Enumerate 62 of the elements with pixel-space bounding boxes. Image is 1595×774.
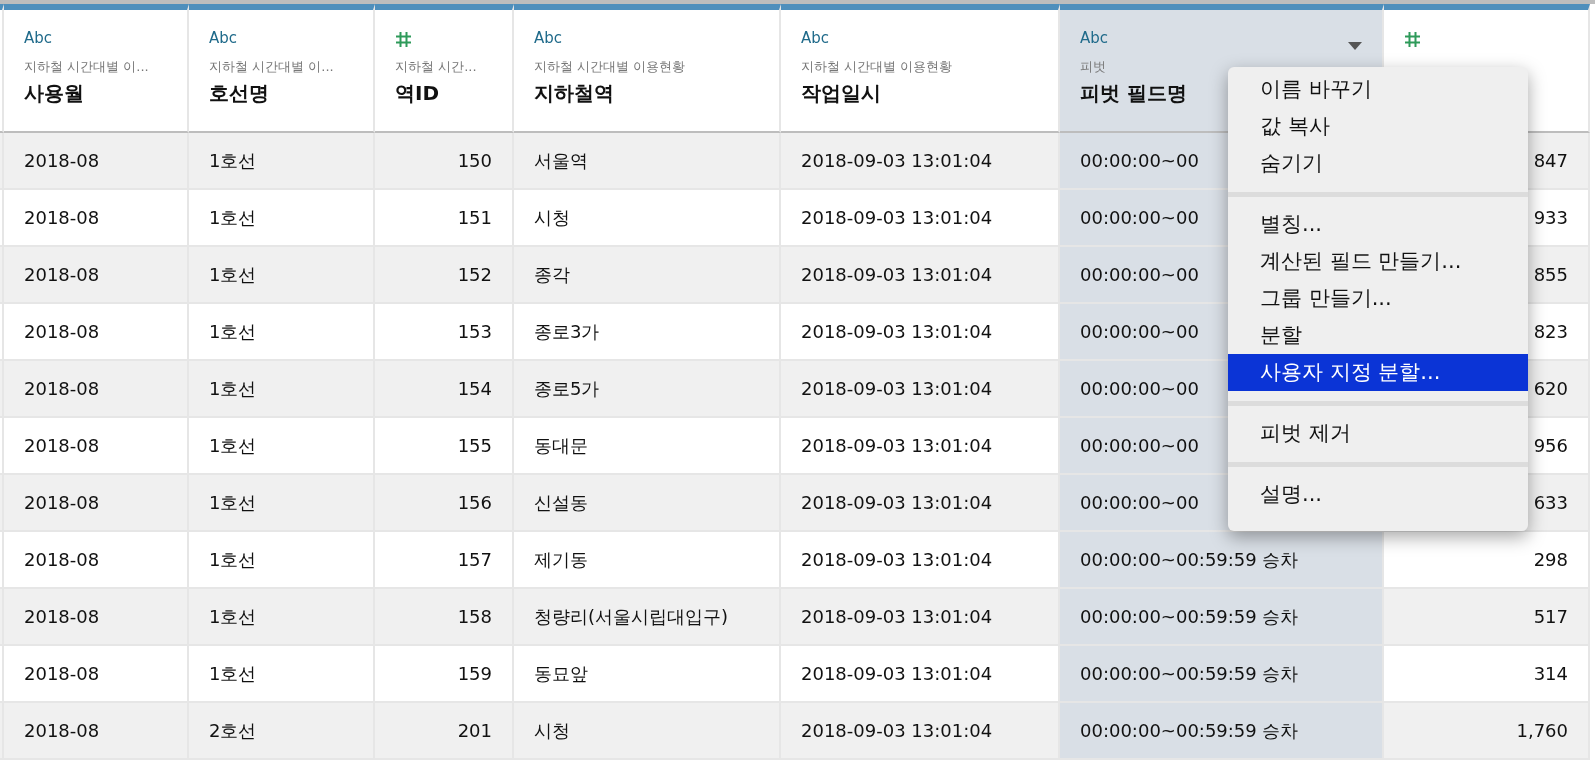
source-label: 피벗: [1080, 58, 1106, 76]
column-header[interactable]: Abc 지하철 시간대별 이용현황 지하철역: [514, 4, 781, 133]
table-cell: 종각: [514, 247, 781, 304]
table-cell: 2호선: [189, 703, 375, 760]
type-label: Abc: [1080, 28, 1109, 49]
column-header[interactable]: Abc 지하철 시간대별 이용현황 작업일시: [781, 4, 1060, 133]
source-label: 지하철 시간...: [395, 58, 477, 76]
type-label: Abc: [534, 28, 563, 49]
table-cell: 1호선: [189, 475, 375, 532]
table-cell: 517: [1384, 589, 1590, 646]
table-cell: 00:00:00~00:59:59 승차: [1060, 589, 1384, 646]
table-cell: 2018-08: [4, 589, 189, 646]
table-cell: 154: [375, 361, 514, 418]
table-cell: 청량리(서울시립대입구): [514, 589, 781, 646]
table-cell: 2018-08: [4, 703, 189, 760]
source-label: 지하철 시간대별 이용현황: [534, 58, 686, 76]
table-cell: 201: [375, 703, 514, 760]
column-header[interactable]: 지하철 시간... 역ID: [375, 4, 514, 133]
table-cell: 1호선: [189, 589, 375, 646]
table-cell: 1호선: [189, 361, 375, 418]
table-cell: 서울역: [514, 133, 781, 190]
table-cell: 150: [375, 133, 514, 190]
table-cell: 종로5가: [514, 361, 781, 418]
source-label: 지하철 시간대별 이...: [209, 58, 334, 76]
number-type-icon: [395, 31, 412, 48]
field-name: 지하철역: [534, 80, 614, 107]
table-cell: 2018-08: [4, 475, 189, 532]
table-cell: 시청: [514, 703, 781, 760]
field-name: 호선명: [209, 80, 269, 107]
table-cell: 1,760: [1384, 703, 1590, 760]
menu-item[interactable]: 사용자 지정 분할...: [1228, 354, 1528, 391]
type-label: Abc: [209, 28, 238, 49]
table-cell: 1호선: [189, 247, 375, 304]
table-cell: 152: [375, 247, 514, 304]
table-cell: 2018-09-03 13:01:04: [781, 247, 1060, 304]
table-cell: 00:00:00~00:59:59 승차: [1060, 703, 1384, 760]
table-cell: 156: [375, 475, 514, 532]
field-name: 작업일시: [801, 80, 881, 107]
table-cell: 2018-09-03 13:01:04: [781, 703, 1060, 760]
number-type-icon: [1404, 31, 1421, 48]
table-cell: 2018-08: [4, 247, 189, 304]
dropdown-caret-icon[interactable]: [1348, 42, 1362, 50]
type-label: Abc: [24, 28, 53, 49]
table-cell: 00:00:00~00:59:59 승차: [1060, 532, 1384, 589]
table-cell: 1호선: [189, 133, 375, 190]
table-cell: 2018-08: [4, 133, 189, 190]
column-header[interactable]: Abc 지하철 시간대별 이... 사용월: [4, 4, 189, 133]
source-label: 지하철 시간대별 이...: [24, 58, 149, 76]
table-cell: 2018-09-03 13:01:04: [781, 133, 1060, 190]
table-cell: 2018-08: [4, 361, 189, 418]
column-header[interactable]: Abc 지하철 시간대별 이... 호선명: [189, 4, 375, 133]
source-label: 지하철 시간대별 이용현황: [801, 58, 953, 76]
table-cell: 00:00:00~00:59:59 승차: [1060, 646, 1384, 703]
field-name: 역ID: [395, 80, 440, 107]
table-cell: 2018-09-03 13:01:04: [781, 589, 1060, 646]
type-label: Abc: [801, 28, 830, 49]
table-cell: 2018-09-03 13:01:04: [781, 361, 1060, 418]
table-cell: 신설동: [514, 475, 781, 532]
field-name: 사용월: [24, 80, 84, 107]
table-cell: 158: [375, 589, 514, 646]
field-name: 피벗 필드명: [1080, 80, 1187, 107]
table-cell: 2018-09-03 13:01:04: [781, 475, 1060, 532]
